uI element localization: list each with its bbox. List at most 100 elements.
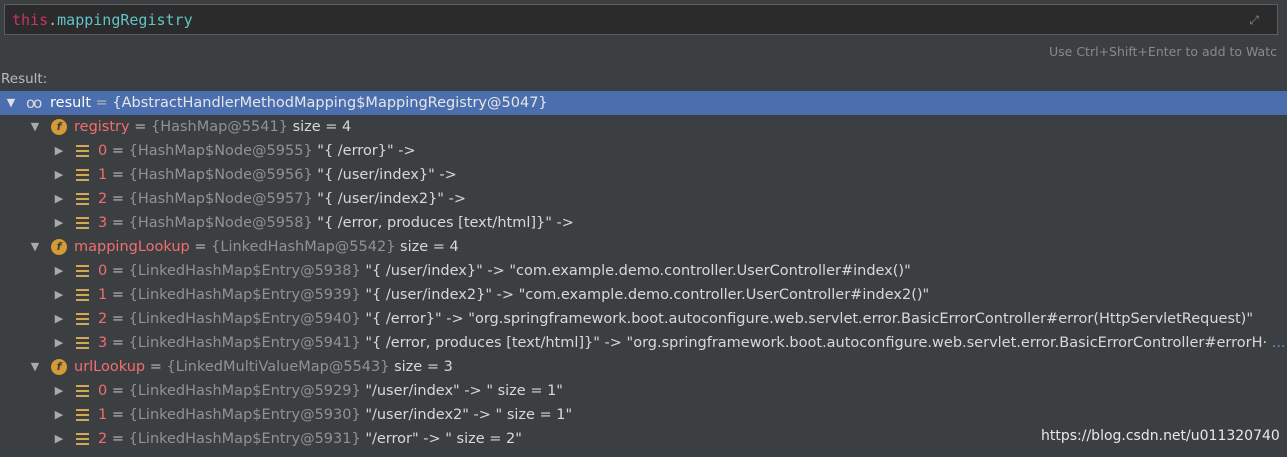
expand-arrow-icon[interactable]: ▶ <box>52 259 66 283</box>
tree-row[interactable]: ▶ 0 = {HashMap$Node@5955} "{ /error}" -> <box>0 139 1287 163</box>
expand-arrow-icon[interactable]: ▶ <box>52 163 66 187</box>
expand-arrow-icon[interactable]: ▶ <box>52 307 66 331</box>
variable-type: {LinkedHashMap$Entry@5931} <box>128 431 361 447</box>
variable-type: {HashMap$Node@5955} <box>128 143 313 159</box>
variable-name: 3 <box>98 335 108 351</box>
expand-arrow-icon[interactable]: ▶ <box>52 211 66 235</box>
tree-row[interactable]: ▶ 1 = {LinkedHashMap$Entry@5930} "/user/i… <box>0 403 1287 427</box>
collapse-arrow-icon[interactable]: ▼ <box>28 115 42 139</box>
variable-value: "{ /error}" -> <box>317 143 416 159</box>
variable-type: {LinkedHashMap$Entry@5939} <box>128 287 361 303</box>
variable-value: "{ /user/index2}" -> <box>317 191 466 207</box>
collapse-arrow-icon[interactable]: ▼ <box>28 235 42 259</box>
tree-row[interactable]: ▼ f mappingLookup = {LinkedHashMap@5542} s… <box>0 235 1287 259</box>
variable-value: "/error" -> " size = 2" <box>365 431 522 447</box>
variable-name: 2 <box>98 311 108 327</box>
result-label: Result: <box>1 71 48 87</box>
variable-name: 0 <box>98 383 108 399</box>
variable-name: 1 <box>98 287 108 303</box>
map-entry-icon <box>76 265 89 277</box>
map-entry-icon <box>76 193 89 205</box>
evaluate-hint: Use Ctrl+Shift+Enter to add to Watc <box>1049 44 1277 59</box>
equals-sign: = <box>107 311 129 327</box>
map-entry-icon <box>76 337 89 349</box>
tree-row[interactable]: ▶ 3 = {LinkedHashMap$Entry@5941} "{ /erro… <box>0 331 1287 355</box>
equals-sign: = <box>107 407 129 423</box>
tree-row[interactable]: ▼ oo result = {AbstractHandlerMethodMappin… <box>0 91 1287 115</box>
variable-name: 2 <box>98 191 108 207</box>
equals-sign: = <box>145 359 167 375</box>
view-link[interactable]: ... Vi <box>1267 335 1287 351</box>
tree-row[interactable]: ▼ f urlLookup = {LinkedMultiValueMap@5543}… <box>0 355 1287 379</box>
result-tree: ▼ oo result = {AbstractHandlerMethodMappin… <box>0 91 1287 451</box>
expression-input[interactable]: this.mappingRegistry ⤢ <box>4 4 1278 35</box>
field-icon: f <box>51 239 67 255</box>
variable-type: {HashMap$Node@5956} <box>128 167 313 183</box>
variable-value: "{ /error, produces [text/html]}" -> <box>317 215 574 231</box>
equals-sign: = <box>129 119 151 135</box>
equals-sign: = <box>107 215 129 231</box>
variable-name: result <box>50 95 92 111</box>
variable-type: {LinkedHashMap$Entry@5929} <box>128 383 361 399</box>
expand-arrow-icon[interactable]: ▶ <box>52 139 66 163</box>
equals-sign: = <box>107 143 129 159</box>
watch-glasses-icon: oo <box>26 94 42 112</box>
tree-row[interactable]: ▶ 2 = {LinkedHashMap$Entry@5940} "{ /erro… <box>0 307 1287 331</box>
equals-sign: = <box>107 287 129 303</box>
expand-arrow-icon[interactable]: ▶ <box>52 187 66 211</box>
variable-name: 1 <box>98 407 108 423</box>
expand-arrow-icon[interactable]: ▶ <box>52 403 66 427</box>
variable-name: 1 <box>98 167 108 183</box>
equals-sign: = <box>91 95 113 111</box>
tree-row[interactable]: ▶ 2 = {HashMap$Node@5957} "{ /user/index2… <box>0 187 1287 211</box>
equals-sign: = <box>107 167 129 183</box>
expand-arrow-icon[interactable]: ▶ <box>52 427 66 451</box>
variable-name: registry <box>74 119 130 135</box>
tree-row[interactable]: ▶ 0 = {LinkedHashMap$Entry@5929} "/user/i… <box>0 379 1287 403</box>
variable-value: "{ /user/index2}" -> "com.example.demo.c… <box>365 287 930 303</box>
map-entry-icon <box>76 385 89 397</box>
collapse-arrow-icon[interactable]: ▼ <box>4 91 18 115</box>
variable-name: 0 <box>98 143 108 159</box>
equals-sign: = <box>189 239 212 255</box>
field-icon: f <box>51 119 67 135</box>
equals-sign: = <box>107 431 129 447</box>
expression-dot: . <box>48 11 58 29</box>
variable-type: {LinkedHashMap$Entry@5938} <box>128 263 361 279</box>
expand-arrow-icon[interactable]: ▶ <box>52 331 66 355</box>
expression-field: mappingRegistry <box>57 11 193 29</box>
variable-value: "/user/index" -> " size = 1" <box>365 383 563 399</box>
expand-arrow-icon[interactable]: ▶ <box>52 379 66 403</box>
tree-row[interactable]: ▶ 1 = {HashMap$Node@5956} "{ /user/index}… <box>0 163 1287 187</box>
map-entry-icon <box>76 433 89 445</box>
expand-arrow-icon[interactable]: ▶ <box>52 283 66 307</box>
variable-value: "{ /user/index}" -> "com.example.demo.co… <box>365 263 911 279</box>
variable-value: "/user/index2" -> " size = 1" <box>365 407 573 423</box>
variable-value: "{ /error, produces [text/html]}" -> "or… <box>365 335 1268 351</box>
collapse-arrow-icon[interactable]: ▼ <box>28 355 42 379</box>
tree-row[interactable]: ▶ 3 = {HashMap$Node@5958} "{ /error, prod… <box>0 211 1287 235</box>
map-entry-icon <box>76 145 89 157</box>
variable-type: {LinkedHashMap$Entry@5941} <box>128 335 361 351</box>
variable-type: {LinkedMultiValueMap@5543} <box>166 359 390 375</box>
map-entry-icon <box>76 289 89 301</box>
map-entry-icon <box>76 313 89 325</box>
field-icon: f <box>51 359 67 375</box>
variable-value: size = 4 <box>292 119 352 135</box>
variable-name: urlLookup <box>74 359 146 375</box>
variable-type: {AbstractHandlerMethodMapping$MappingReg… <box>112 95 548 111</box>
variable-name: mappingLookup <box>74 239 190 255</box>
variable-name: 0 <box>98 263 108 279</box>
tree-row[interactable]: ▼ f registry = {HashMap@5541} size = 4 <box>0 115 1287 139</box>
variable-type: {LinkedHashMap@5542} <box>211 239 396 255</box>
variable-value: "{ /user/index}" -> <box>317 167 457 183</box>
tree-row[interactable]: ▶ 1 = {LinkedHashMap$Entry@5939} "{ /user… <box>0 283 1287 307</box>
variable-name: 2 <box>98 431 108 447</box>
expand-icon[interactable]: ⤢ <box>1247 13 1261 27</box>
variable-type: {HashMap$Node@5957} <box>128 191 313 207</box>
variable-type: {HashMap$Node@5958} <box>128 215 313 231</box>
tree-row[interactable]: ▶ 0 = {LinkedHashMap$Entry@5938} "{ /user… <box>0 259 1287 283</box>
map-entry-icon <box>76 217 89 229</box>
variable-value: size = 3 <box>394 359 453 375</box>
equals-sign: = <box>107 335 129 351</box>
